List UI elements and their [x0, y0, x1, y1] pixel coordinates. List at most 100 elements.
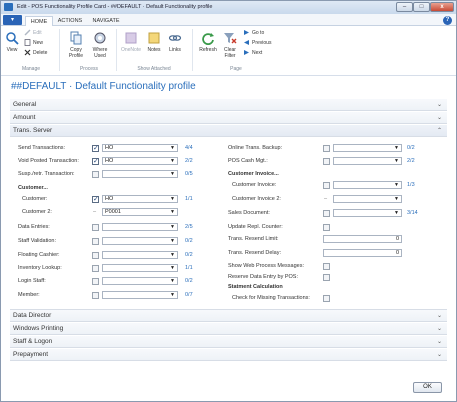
minimize-button[interactable]: –	[396, 2, 413, 12]
chevron-down-icon: ⌄	[436, 339, 442, 345]
staff-validation-checkbox[interactable]	[92, 238, 99, 245]
delete-label: Delete	[33, 50, 48, 56]
inventory-lookup-dropdown[interactable]: ▼	[102, 264, 178, 272]
notes-button[interactable]: Notes	[145, 31, 163, 53]
susp-retr-checkbox[interactable]	[92, 171, 99, 178]
fasttab-prepayment[interactable]: Prepayment ⌄	[10, 349, 447, 361]
floating-cashier-dropdown[interactable]: ▼	[102, 251, 178, 259]
floating-cashier-checkbox[interactable]	[92, 252, 99, 259]
onenote-button[interactable]: OneNote	[120, 31, 142, 53]
delete-icon	[24, 49, 31, 56]
where-used-button[interactable]: Where Used	[89, 31, 111, 59]
staff-validation-count[interactable]: 0/2	[185, 238, 193, 244]
data-entries-checkbox[interactable]	[92, 224, 99, 231]
onenote-label: OneNote	[120, 47, 141, 53]
fasttab-data-director[interactable]: Data Director ⌄	[10, 310, 447, 322]
chevron-down-icon: ▼	[170, 265, 175, 271]
chevron-down-icon: ⌄	[436, 115, 442, 121]
login-staff-count[interactable]: 0/2	[185, 278, 193, 284]
pos-cash-mgt-checkbox[interactable]	[323, 158, 330, 165]
trans-resend-delay-input[interactable]: 0	[323, 249, 402, 257]
page-title: ##DEFAULT · Default Functionality profil…	[11, 81, 196, 92]
member-checkbox[interactable]	[92, 292, 99, 299]
close-button[interactable]: x	[430, 2, 454, 12]
customer-invoice-dropdown[interactable]: ▼	[333, 181, 402, 189]
tab-navigate[interactable]: NAVIGATE	[89, 16, 123, 26]
trans-resend-limit-input[interactable]: 0	[323, 235, 402, 243]
staff-validation-dropdown[interactable]: ▼	[102, 237, 178, 245]
online-backup-count[interactable]: 0/2	[407, 145, 415, 151]
new-button[interactable]: New	[24, 39, 43, 47]
chevron-up-icon: ⌃	[436, 128, 442, 134]
fasttab-amount[interactable]: Amount ⌄	[10, 112, 447, 124]
pos-cash-mgt-dropdown[interactable]: ▼	[333, 157, 402, 165]
floating-cashier-count[interactable]: 0/2	[185, 252, 193, 258]
void-posted-count[interactable]: 2/2	[185, 158, 193, 164]
update-repl-counter-checkbox[interactable]	[323, 224, 330, 231]
ok-button[interactable]: OK	[413, 382, 442, 393]
fasttab-windows-printing[interactable]: Windows Printing ⌄	[10, 323, 447, 335]
view-button[interactable]: View	[4, 31, 20, 53]
susp-retr-dropdown[interactable]: ▼	[102, 170, 178, 178]
reserve-data-entry-checkbox[interactable]	[323, 274, 330, 281]
send-transactions-checkbox[interactable]	[92, 144, 99, 152]
inventory-lookup-checkbox[interactable]	[92, 265, 99, 272]
void-posted-checkbox[interactable]	[92, 157, 99, 165]
fasttab-staff-logon[interactable]: Staff & Logon ⌄	[10, 336, 447, 348]
sales-document-dropdown[interactable]: ▼	[333, 209, 402, 217]
chevron-down-icon: ⌄	[436, 352, 442, 358]
login-staff-dropdown[interactable]: ▼	[102, 277, 178, 285]
tab-actions[interactable]: ACTIONS	[55, 16, 85, 26]
tab-home[interactable]: HOME	[25, 16, 53, 26]
links-label: Links	[169, 47, 181, 53]
data-entries-dropdown[interactable]: ▼	[102, 223, 178, 231]
links-button[interactable]: Links	[166, 31, 184, 53]
update-repl-counter-label: Update Repl. Counter:	[228, 224, 283, 230]
maximize-button[interactable]: □	[413, 2, 430, 12]
copy-profile-button[interactable]: Copy Profile	[65, 31, 87, 59]
fasttab-trans-server[interactable]: Trans. Server ⌃	[10, 125, 447, 137]
next-button[interactable]: Next	[243, 49, 262, 57]
sales-document-count[interactable]: 3/14	[407, 210, 418, 216]
customer2-dropdown[interactable]: P0001 ▼	[102, 208, 178, 216]
delete-button[interactable]: Delete	[24, 49, 47, 57]
window-title: Edit - POS Functionality Profile Card - …	[17, 4, 213, 10]
susp-retr-count[interactable]: 0/5	[185, 171, 193, 177]
customer-invoice2-dropdown[interactable]: ▼	[333, 195, 402, 203]
void-posted-dropdown[interactable]: HO ▼	[102, 157, 178, 165]
inventory-lookup-count[interactable]: 1/1	[185, 265, 193, 271]
data-entries-count[interactable]: 2/5	[185, 224, 193, 230]
previous-button[interactable]: Previous	[243, 39, 271, 47]
pos-cash-mgt-count[interactable]: 2/2	[407, 158, 415, 164]
clear-filter-button[interactable]: Clear Filter	[220, 31, 240, 59]
app-menu-button[interactable]: ▾	[3, 15, 22, 25]
copy-profile-label: Copy Profile	[68, 47, 84, 59]
customer-count[interactable]: 1/1	[185, 196, 193, 202]
member-dropdown[interactable]: ▼	[102, 291, 178, 299]
online-backup-checkbox[interactable]	[323, 145, 330, 152]
window: Edit - POS Functionality Profile Card - …	[0, 0, 457, 402]
chevron-down-icon: ▼	[394, 196, 399, 202]
refresh-icon	[202, 33, 214, 45]
send-transactions-dropdown[interactable]: HO ▼	[102, 144, 178, 152]
edit-button[interactable]: Edit	[24, 29, 42, 37]
member-count[interactable]: 0/7	[185, 292, 193, 298]
online-backup-dropdown[interactable]: ▼	[333, 144, 402, 152]
customer-checkbox[interactable]	[92, 195, 99, 203]
sales-document-checkbox[interactable]	[323, 210, 330, 217]
customer-heading: Customer...	[18, 185, 48, 191]
send-transactions-count[interactable]: 4/4	[185, 145, 193, 151]
chevron-down-icon: ▼	[170, 224, 175, 230]
go-to-button[interactable]: Go to	[243, 29, 264, 37]
fasttab-general[interactable]: General ⌄	[10, 99, 447, 111]
group-separator	[59, 29, 60, 71]
customer-invoice-count[interactable]: 1/3	[407, 182, 415, 188]
help-icon[interactable]: ?	[443, 16, 452, 25]
show-web-process-checkbox[interactable]	[323, 263, 330, 270]
login-staff-checkbox[interactable]	[92, 278, 99, 285]
check-missing-checkbox[interactable]	[323, 295, 330, 302]
customer-dropdown[interactable]: HO ▼	[102, 195, 178, 203]
customer-invoice-checkbox[interactable]	[323, 182, 330, 189]
refresh-button[interactable]: Refresh	[197, 31, 219, 53]
edit-label: Edit	[33, 30, 42, 36]
